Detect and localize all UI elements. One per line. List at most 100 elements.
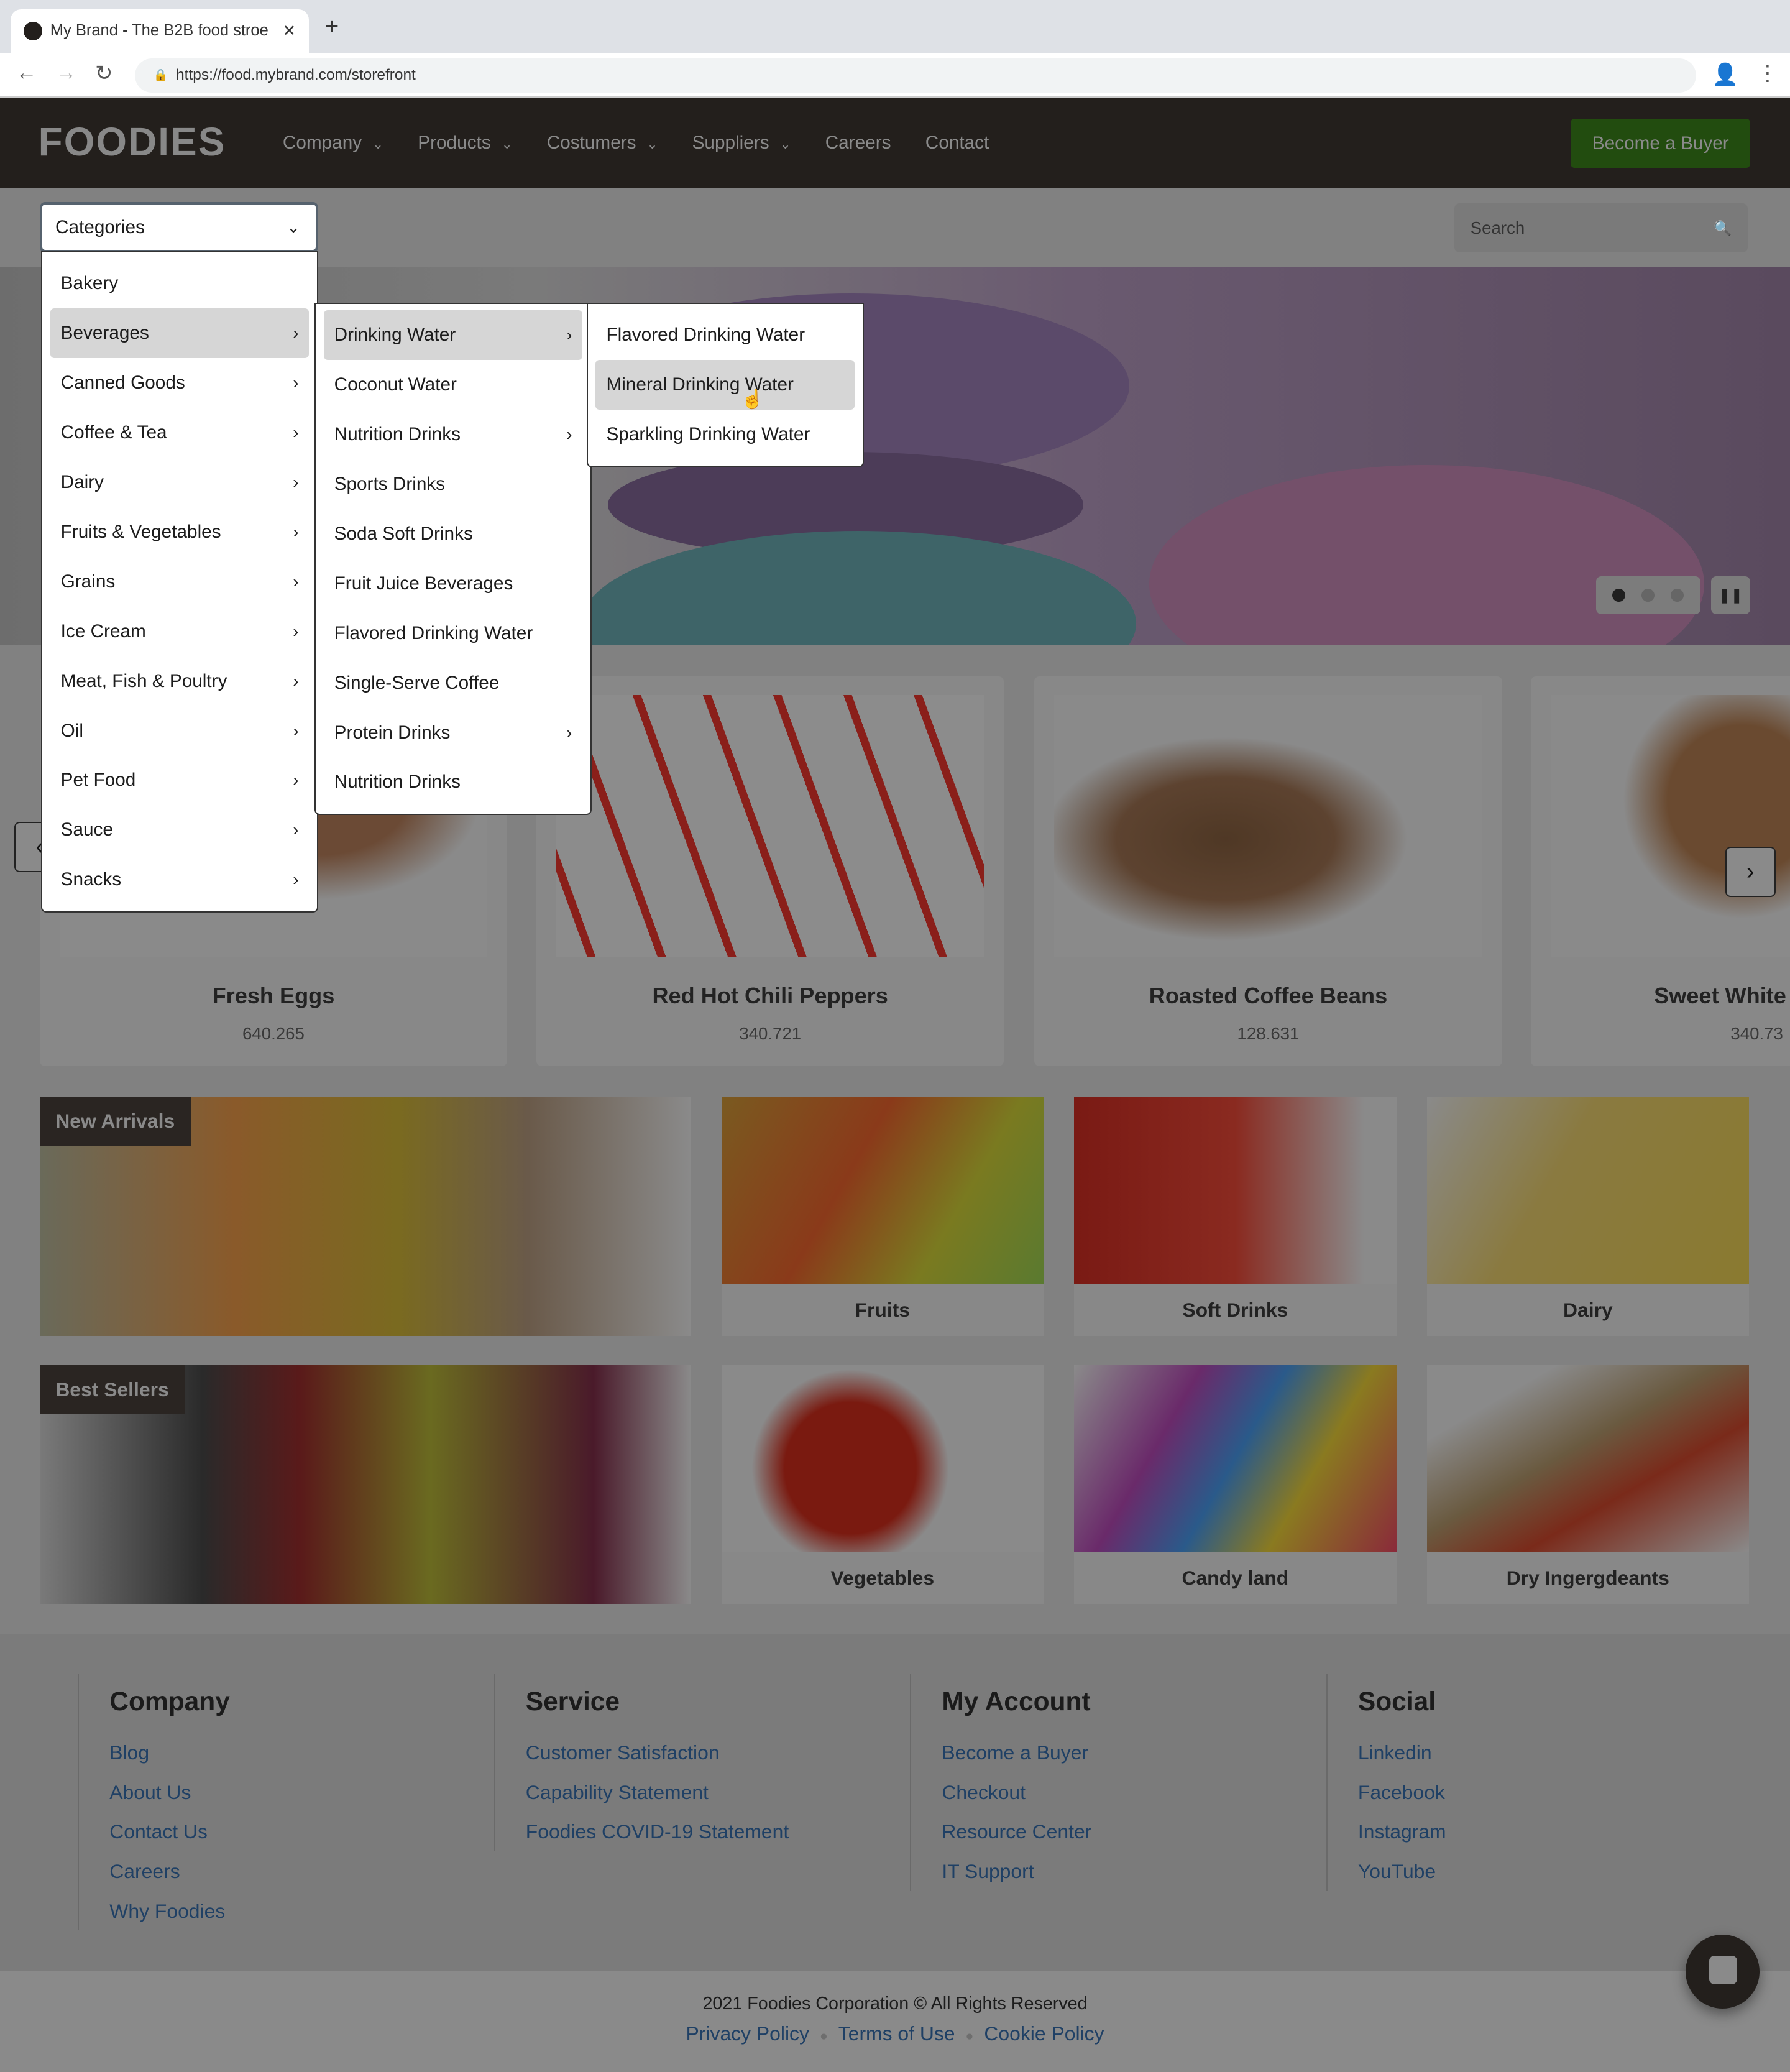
footer-link[interactable]: Why Foodies xyxy=(109,1892,230,1932)
menu-item[interactable]: Drinking Water › xyxy=(323,310,583,361)
drinking-water-submenu: Flavored Drinking Water Mineral Drinking … xyxy=(586,302,865,467)
logo[interactable]: FOODIES xyxy=(39,119,226,165)
chevron-right-icon: › xyxy=(293,373,299,393)
menu-item-label: Single-Serve Coffee xyxy=(334,672,500,693)
nav-company[interactable]: Company ⌄ xyxy=(283,132,383,154)
categories-select[interactable]: Categories ⌄ xyxy=(39,202,319,252)
menu-item[interactable]: Bakery xyxy=(50,259,310,308)
browser-tab[interactable]: My Brand - The B2B food stroe ✕ xyxy=(11,9,310,53)
profile-icon[interactable]: 👤 xyxy=(1712,62,1738,87)
privacy-link[interactable]: Privacy Policy xyxy=(686,2022,809,2045)
terms-link[interactable]: Terms of Use xyxy=(838,2022,955,2045)
menu-item[interactable]: Protein Drinks › xyxy=(324,708,583,758)
category-tile-fruits[interactable]: Fruits xyxy=(721,1097,1044,1336)
reload-icon[interactable]: ↻ xyxy=(95,61,113,86)
chevron-right-icon: › xyxy=(293,770,299,790)
menu-item-label: Drinking Water xyxy=(334,325,456,346)
menu-item[interactable]: Coffee & Tea › xyxy=(50,408,310,458)
menu-item[interactable]: Flavored Drinking Water xyxy=(595,310,855,360)
footer-link[interactable]: Instagram xyxy=(1358,1812,1446,1852)
url-bar[interactable]: 🔒 https://food.mybrand.com/storefront xyxy=(134,58,1697,93)
product-card[interactable]: Roasted Coffee Beans 128.631 xyxy=(1034,676,1502,1067)
product-image xyxy=(1054,695,1482,957)
menu-item-label: Oil xyxy=(60,720,83,741)
menu-kebab-icon[interactable]: ⋮ xyxy=(1757,61,1778,86)
footer-link[interactable]: IT Support xyxy=(942,1852,1091,1892)
footer-link[interactable]: Contact Us xyxy=(109,1812,230,1852)
footer-link[interactable]: Facebook xyxy=(1358,1773,1446,1813)
lock-icon: 🔒 xyxy=(153,69,168,83)
nav-products[interactable]: Products ⌄ xyxy=(418,132,512,154)
chevron-right-icon: › xyxy=(293,671,299,691)
close-tab-icon[interactable]: ✕ xyxy=(283,22,296,40)
menu-item-label: Canned Goods xyxy=(60,372,185,394)
chevron-right-icon: › xyxy=(566,425,572,444)
footer-link[interactable]: Blog xyxy=(109,1733,230,1773)
menu-item-label: Sparkling Drinking Water xyxy=(606,424,810,445)
nav-contact[interactable]: Contact xyxy=(925,132,989,154)
back-icon[interactable]: ← xyxy=(16,61,37,85)
menu-item[interactable]: Grains › xyxy=(50,557,310,607)
menu-item[interactable]: Single-Serve Coffee xyxy=(324,658,583,708)
menu-item[interactable]: Coconut Water xyxy=(324,360,583,410)
menu-item[interactable]: Dairy › xyxy=(50,458,310,507)
footer-link[interactable]: Checkout xyxy=(942,1773,1091,1813)
footer-link[interactable]: Linkedin xyxy=(1358,1733,1446,1773)
forward-icon[interactable]: → xyxy=(55,61,76,85)
menu-item[interactable]: Nutrition Drinks xyxy=(324,758,583,808)
menu-item-label: Snacks xyxy=(60,869,122,890)
menu-item[interactable]: Flavored Drinking Water xyxy=(324,609,583,658)
footer-link[interactable]: Foodies COVID-19 Statement xyxy=(526,1812,789,1852)
become-buyer-button[interactable]: Become a Buyer xyxy=(1571,119,1751,168)
nav-costumers[interactable]: Costumers ⌄ xyxy=(547,132,658,154)
category-tile-dry-ingredients[interactable]: Dry Ingergdeants xyxy=(1426,1365,1750,1605)
footer-link[interactable]: About Us xyxy=(109,1773,230,1813)
category-tile-soft-drinks[interactable]: Soft Drinks xyxy=(1074,1097,1397,1336)
categories-menu: Bakery Beverages › Canned Goods › Coffee & Te… xyxy=(40,251,319,913)
new-tab-icon[interactable]: + xyxy=(325,13,339,40)
footer-link[interactable]: Resource Center xyxy=(942,1812,1091,1852)
menu-item[interactable]: Sports Drinks xyxy=(324,459,583,509)
menu-item[interactable]: Snacks › xyxy=(50,855,310,905)
carousel-next-button[interactable]: › xyxy=(1725,847,1776,898)
search-icon[interactable]: 🔍 xyxy=(1714,219,1732,237)
menu-item[interactable]: Nutrition Drinks › xyxy=(324,410,583,459)
best-sellers-banner[interactable]: Best Sellers xyxy=(39,1365,691,1605)
category-tile-vegetables[interactable]: Vegetables xyxy=(721,1365,1044,1605)
carousel-dot[interactable] xyxy=(1671,588,1684,602)
cookie-link[interactable]: Cookie Policy xyxy=(984,2022,1104,2045)
menu-item[interactable]: Beverages › xyxy=(50,308,310,359)
address-bar-row: ← → ↻ 🔒 https://food.mybrand.com/storefro… xyxy=(0,53,1790,98)
menu-item[interactable]: Ice Cream › xyxy=(50,607,310,656)
carousel-dot[interactable] xyxy=(1612,588,1625,602)
chevron-right-icon: › xyxy=(293,621,299,641)
pause-icon[interactable]: ❚❚ xyxy=(1710,576,1751,615)
menu-item[interactable]: Oil › xyxy=(50,706,310,756)
footer-link[interactable]: Become a Buyer xyxy=(942,1733,1091,1773)
product-card[interactable]: Red Hot Chili Peppers 340.721 xyxy=(536,676,1004,1067)
footer-link[interactable]: YouTube xyxy=(1358,1852,1446,1892)
menu-item[interactable]: Sauce › xyxy=(50,805,310,855)
menu-item[interactable]: Fruit Juice Beverages xyxy=(324,559,583,609)
footer-link[interactable]: Capability Statement xyxy=(526,1773,789,1813)
new-arrivals-banner[interactable]: New Arrivals xyxy=(39,1097,691,1336)
chat-icon[interactable] xyxy=(1686,1934,1760,2009)
menu-item-label: Fruit Juice Beverages xyxy=(334,573,513,594)
nav-suppliers[interactable]: Suppliers ⌄ xyxy=(692,132,791,154)
chevron-right-icon: › xyxy=(566,325,572,345)
category-tile-dairy[interactable]: Dairy xyxy=(1426,1097,1750,1336)
menu-item[interactable]: Canned Goods › xyxy=(50,358,310,408)
nav-careers[interactable]: Careers xyxy=(825,132,891,154)
menu-item[interactable]: Pet Food › xyxy=(50,756,310,806)
search-input[interactable]: Search 🔍 xyxy=(1454,203,1748,252)
footer-bottom: 2021 Foodies Corporation © All Rights Re… xyxy=(0,1971,1790,2072)
footer-link[interactable]: Careers xyxy=(109,1852,230,1892)
carousel-dot[interactable] xyxy=(1641,588,1655,602)
footer-link[interactable]: Customer Satisfaction xyxy=(526,1733,789,1773)
menu-item[interactable]: Soda Soft Drinks xyxy=(324,509,583,559)
category-tile-candy-land[interactable]: Candy land xyxy=(1074,1365,1397,1605)
menu-item[interactable]: Mineral Drinking Water xyxy=(595,360,855,410)
menu-item[interactable]: Fruits & Vegetables › xyxy=(50,507,310,557)
menu-item[interactable]: Meat, Fish & Poultry › xyxy=(50,656,310,706)
menu-item[interactable]: Sparkling Drinking Water xyxy=(595,410,855,459)
